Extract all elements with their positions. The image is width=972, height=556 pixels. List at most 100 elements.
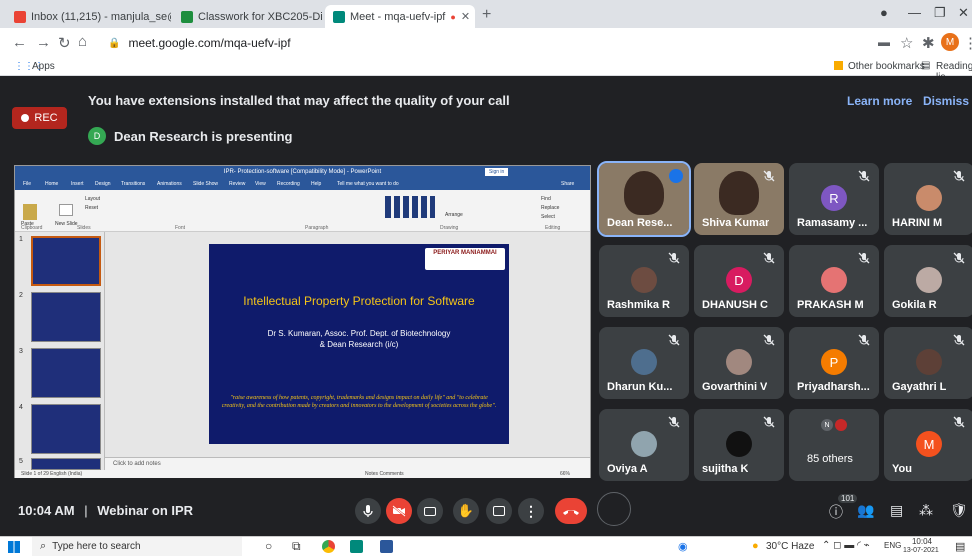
tray-icons[interactable]: ⌃ ◻ ▬ ◜ ⌁ xyxy=(822,540,870,551)
ppt-layout-label: Layout xyxy=(85,196,101,202)
windows-start-icon[interactable] xyxy=(8,541,20,553)
raise-hand-button[interactable]: ✋ xyxy=(453,498,479,524)
dismiss-button[interactable]: Dismiss xyxy=(923,94,969,108)
participant-tile[interactable]: Dharun Ku... xyxy=(599,327,689,399)
task-view-icon[interactable]: ⧉ xyxy=(292,539,301,554)
tab-meet[interactable]: Meet - mqa-uefv-ipf ● ✕ xyxy=(325,5,475,28)
end-for-all-ghost-button xyxy=(597,492,631,526)
participant-tile[interactable]: Oviya A xyxy=(599,409,689,481)
forward-icon[interactable]: → xyxy=(36,34,51,51)
ppt-menu-recording: Recording xyxy=(277,181,300,187)
notifications-icon[interactable]: ▤ xyxy=(955,540,965,553)
tab-gmail[interactable]: Inbox (11,215) - manjula_se@pm ✕ xyxy=(6,5,171,28)
tab-classroom[interactable]: Classwork for XBC205-Digital Ele ✕ xyxy=(173,5,323,28)
mic-muted-icon xyxy=(667,415,681,429)
ppt-group-slides: Slides xyxy=(77,225,91,231)
avatar: M xyxy=(916,431,942,457)
clock-date[interactable]: 13-07-2021 xyxy=(903,547,939,554)
captions-button[interactable] xyxy=(417,498,443,524)
close-tab-icon[interactable]: ✕ xyxy=(461,10,470,23)
meeting-info-icon[interactable]: ⓘ xyxy=(829,502,843,522)
new-tab-button[interactable]: + xyxy=(482,6,491,24)
star-icon[interactable]: ☆ xyxy=(900,34,913,52)
reload-icon[interactable]: ↻ xyxy=(58,34,71,52)
slide-thumbnail xyxy=(31,292,101,342)
participant-tile[interactable]: D DHANUSH C xyxy=(694,245,784,317)
language-indicator[interactable]: ENG xyxy=(884,541,901,550)
folder-icon xyxy=(834,61,843,70)
profile-avatar[interactable]: M xyxy=(941,33,959,51)
chrome-menu-icon[interactable]: ⋮ xyxy=(963,34,972,52)
meet-taskbar-icon[interactable] xyxy=(350,540,363,553)
ppt-menu-insert: Insert xyxy=(71,181,84,187)
participant-tile[interactable]: Govarthini V xyxy=(694,327,784,399)
participant-name: HARINI M xyxy=(892,217,943,229)
participant-tile[interactable]: Gokila R xyxy=(884,245,972,317)
camera-off-button[interactable] xyxy=(386,498,412,524)
participant-name: PRAKASH M xyxy=(797,299,864,311)
extensions-icon[interactable]: ✱ xyxy=(922,34,935,52)
ppt-menu-bar: File Home Insert Design Transitions Anim… xyxy=(15,178,590,190)
profile-dot-icon[interactable]: ● xyxy=(880,5,888,20)
separator: | xyxy=(84,503,88,518)
participant-tile[interactable]: P Priyadharsh... xyxy=(789,327,879,399)
ppt-status-right: Notes Comments xyxy=(365,471,404,477)
participant-tile[interactable]: N 85 others xyxy=(789,409,879,481)
participant-tile[interactable]: Gayathri L xyxy=(884,327,972,399)
minimize-button[interactable]: — xyxy=(908,5,921,20)
chrome-taskbar-icon[interactable] xyxy=(322,540,335,553)
network-app-icon[interactable]: ◉ xyxy=(678,540,688,553)
participant-tile[interactable]: PRAKASH M xyxy=(789,245,879,317)
participant-name: Dharun Ku... xyxy=(607,381,673,393)
other-bookmarks[interactable]: Other bookmarks xyxy=(848,61,925,72)
cortana-icon[interactable]: ○ xyxy=(265,539,272,553)
clock-time[interactable]: 10:04 xyxy=(907,537,937,546)
chat-icon[interactable]: ▤ xyxy=(890,502,903,519)
slide: PERIYAR MANIAMMAI Intellectual Property … xyxy=(209,244,509,444)
ppt-window-title: IPR- Protection-software [Compatibility … xyxy=(223,169,382,175)
address-bar[interactable]: 🔒 meet.google.com/mqa-uefv-ipf xyxy=(96,31,826,55)
participant-tile[interactable]: Dean Rese... xyxy=(597,161,691,237)
people-icon[interactable]: 👥 xyxy=(857,502,874,519)
host-controls-icon[interactable]: 🛡 xyxy=(950,502,968,519)
ppt-replace-label: Replace xyxy=(541,205,560,211)
presenting-label: Dean Research is presenting xyxy=(114,129,293,144)
participant-tile[interactable]: Rashmika R xyxy=(599,245,689,317)
ppt-menu-design: Design xyxy=(95,181,111,187)
participant-name: 85 others xyxy=(807,453,853,465)
participant-tile[interactable]: Shiva Kumar xyxy=(694,163,784,235)
learn-more-link[interactable]: Learn more xyxy=(847,94,912,108)
participant-tile[interactable]: HARINI M xyxy=(884,163,972,235)
classroom-icon xyxy=(181,10,193,23)
present-now-button[interactable] xyxy=(486,498,512,524)
apps-bookmark[interactable]: Apps xyxy=(32,61,55,72)
participant-tile[interactable]: sujitha K xyxy=(694,409,784,481)
mic-muted-icon xyxy=(857,251,871,265)
more-options-button[interactable]: ⋮ xyxy=(518,498,544,524)
close-window-button[interactable]: ✕ xyxy=(958,5,969,21)
participant-tile[interactable]: M You xyxy=(884,409,972,481)
meet-icon xyxy=(333,10,345,23)
microphone-button[interactable] xyxy=(355,498,381,524)
weather-text[interactable]: 30°C Haze xyxy=(766,541,814,552)
avatar: P xyxy=(821,349,847,375)
slide-thumbnail xyxy=(31,236,101,286)
powerpoint-taskbar-icon[interactable] xyxy=(380,540,393,553)
taskbar-search[interactable]: ⌕ Type here to search xyxy=(32,537,242,556)
activities-icon[interactable]: ⁂ xyxy=(919,502,933,519)
slide-quote: "raise awareness of how patents, copyrig… xyxy=(221,395,497,409)
avatar xyxy=(835,419,847,431)
shared-screen: IPR- Protection-software [Compatibility … xyxy=(14,165,591,478)
back-icon[interactable]: ← xyxy=(12,34,27,51)
gmail-icon xyxy=(14,10,26,23)
ppt-group-paragraph: Paragraph xyxy=(305,225,329,231)
camera-permission-icon[interactable]: ▬ xyxy=(878,35,890,49)
ppt-group-drawing: Drawing xyxy=(440,225,459,231)
ppt-menu-home: Home xyxy=(45,181,59,187)
participant-tile[interactable]: R Ramasamy ... xyxy=(789,163,879,235)
camera-off-icon xyxy=(392,505,406,517)
ppt-menu-review: Review xyxy=(229,181,246,187)
leave-call-button[interactable] xyxy=(555,498,587,524)
maximize-button[interactable]: ❐ xyxy=(934,5,946,21)
home-icon[interactable]: ⌂ xyxy=(78,33,87,50)
